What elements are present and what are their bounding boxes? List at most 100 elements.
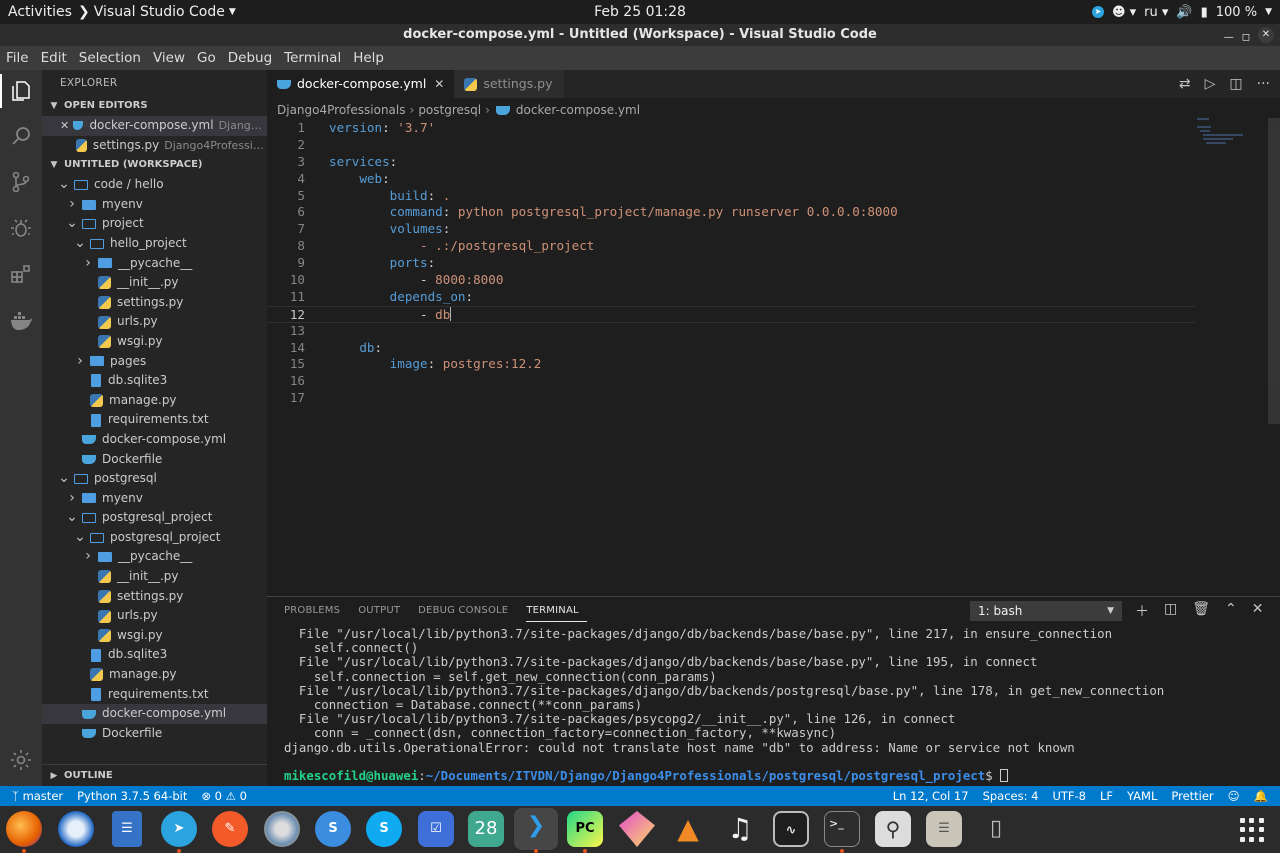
outline-section[interactable]: ▶ OUTLINE <box>42 764 267 786</box>
calendar-icon[interactable]: 28 <box>468 811 504 847</box>
tree-item[interactable]: requirements.txt <box>42 685 267 705</box>
tree-item[interactable]: urls.py <box>42 606 267 626</box>
telegram-icon[interactable]: ➤ <box>161 811 197 847</box>
prettier-status[interactable]: Prettier <box>1171 789 1213 803</box>
encoding-status[interactable]: UTF-8 <box>1052 789 1086 803</box>
workspace-header[interactable]: ▼ UNTITLED (WORKSPACE) <box>42 155 267 175</box>
volume-icon[interactable]: 🔊 <box>1176 5 1192 20</box>
tree-item[interactable]: wsgi.py <box>42 332 267 352</box>
tree-item[interactable]: › pages <box>42 352 267 372</box>
vlc-icon[interactable]: ▲ <box>670 811 706 847</box>
tree-item[interactable]: ⌄ code / hello <box>42 175 267 195</box>
tree-item[interactable]: ⌄ postgresql_project <box>42 528 267 548</box>
files-icon[interactable]: ☰ <box>926 811 962 847</box>
tree-item[interactable]: settings.py <box>42 293 267 313</box>
search-app-icon[interactable]: ⚲ <box>875 811 911 847</box>
python-interpreter-status[interactable]: Python 3.7.5 64-bit <box>77 789 187 803</box>
extensions-icon[interactable] <box>9 262 33 286</box>
telegram-tray-icon[interactable]: ➤ <box>1091 6 1104 18</box>
simplenote-icon[interactable]: S <box>315 811 351 847</box>
gear-app-icon[interactable] <box>264 811 300 847</box>
cursor-position-status[interactable]: Ln 12, Col 17 <box>893 789 969 803</box>
open-editors-header[interactable]: ▼ OPEN EDITORS <box>42 96 267 116</box>
usb-drive-icon[interactable]: ▯ <box>978 811 1014 847</box>
explorer-icon[interactable] <box>9 79 33 103</box>
terminal-app-icon[interactable]: >_ <box>824 811 860 847</box>
open-editor-item[interactable]: ✕ docker-compose.yml Django4Pr... <box>42 116 267 136</box>
pycharm-icon[interactable]: PC <box>567 811 603 847</box>
activities-button[interactable]: Activities <box>0 4 78 20</box>
chevron-down-icon[interactable]: ▼ <box>1265 7 1272 17</box>
search-icon[interactable] <box>9 124 33 148</box>
accessibility-icon[interactable]: ☻ ▾ <box>1112 5 1136 20</box>
language-indicator[interactable]: ru ▾ <box>1144 5 1168 20</box>
tree-item[interactable]: urls.py <box>42 312 267 332</box>
pen-app-icon[interactable]: ✎ <box>212 811 248 847</box>
close-window-icon[interactable]: ✕ <box>1258 27 1274 43</box>
tree-item[interactable]: docker-compose.yml <box>42 430 267 450</box>
tree-item[interactable]: db.sqlite3 <box>42 645 267 665</box>
menu-help[interactable]: Help <box>347 50 390 66</box>
open-editor-item[interactable]: settings.py Django4Professional... <box>42 136 267 156</box>
tab-problems[interactable]: PROBLEMS <box>284 601 348 622</box>
system-monitor-icon[interactable]: ∿ <box>773 811 809 847</box>
tree-item[interactable]: Dockerfile <box>42 450 267 470</box>
thunderbird-icon[interactable] <box>58 811 94 847</box>
tree-item[interactable]: Dockerfile <box>42 724 267 744</box>
battery-icon[interactable]: ▮ <box>1201 5 1208 20</box>
terminal-output[interactable]: File "/usr/local/lib/python3.7/site-pack… <box>284 627 1274 783</box>
indentation-status[interactable]: Spaces: 4 <box>983 789 1039 803</box>
trash-icon[interactable]: 🗑 <box>1192 601 1210 621</box>
more-actions-icon[interactable]: ··· <box>1257 76 1270 92</box>
firefox-icon[interactable] <box>6 811 42 847</box>
source-control-icon[interactable] <box>9 170 33 194</box>
close-icon[interactable]: ✕ <box>60 116 69 136</box>
menu-file[interactable]: File <box>0 50 35 66</box>
tree-item[interactable]: __init__.py <box>42 273 267 293</box>
tree-item[interactable]: ⌄ postgresql_project <box>42 508 267 528</box>
menu-selection[interactable]: Selection <box>73 50 147 66</box>
branch-status[interactable]: ᛉ master <box>12 789 63 803</box>
tree-item[interactable]: docker-compose.yml <box>42 704 267 724</box>
editor-scrollbar[interactable] <box>1268 118 1280 424</box>
tree-item[interactable]: ⌄ project <box>42 214 267 234</box>
app-menu[interactable]: ❯ Visual Studio Code ▼ <box>78 4 236 20</box>
tree-item[interactable]: manage.py <box>42 391 267 411</box>
vscode-icon[interactable]: ❯ <box>514 808 558 850</box>
menu-terminal[interactable]: Terminal <box>278 50 347 66</box>
tab-output[interactable]: OUTPUT <box>358 601 408 622</box>
tree-item[interactable]: ⌄ postgresql <box>42 469 267 489</box>
close-icon[interactable]: ✕ <box>434 70 444 98</box>
menu-edit[interactable]: Edit <box>35 50 73 66</box>
tree-item[interactable]: manage.py <box>42 665 267 685</box>
debug-icon[interactable] <box>9 216 33 240</box>
system-tray[interactable]: ➤ ☻ ▾ ru ▾ 🔊 ▮ 100 % ▼ <box>1091 0 1272 24</box>
skype-icon[interactable]: S <box>366 811 402 847</box>
breadcrumb-item[interactable]: Django4Professionals <box>277 103 406 117</box>
breadcrumb-item[interactable]: docker-compose.yml <box>516 103 640 117</box>
menu-view[interactable]: View <box>147 50 191 66</box>
tree-item[interactable]: › __pycache__ <box>42 254 267 274</box>
menu-debug[interactable]: Debug <box>222 50 278 66</box>
terminal-prompt[interactable]: mikescofild@huawei:~/Documents/ITVDN/Dja… <box>284 768 1274 783</box>
split-editor-icon[interactable]: ◫ <box>1229 76 1242 92</box>
menu-go[interactable]: Go <box>191 50 222 66</box>
tree-item[interactable]: wsgi.py <box>42 626 267 646</box>
run-icon[interactable]: ▷ <box>1205 76 1216 92</box>
tree-item[interactable]: settings.py <box>42 587 267 607</box>
feedback-icon[interactable]: ☺ <box>1228 789 1240 803</box>
tree-item[interactable]: › myenv <box>42 195 267 215</box>
code-editor[interactable]: 1 version: '3.7' 2 3 services: 4 web: 5 bu… <box>267 120 1197 407</box>
todo-icon[interactable]: ☑ <box>418 811 454 847</box>
close-panel-icon[interactable]: ✕ <box>1252 601 1264 621</box>
minimap[interactable] <box>1197 118 1267 158</box>
gear-icon[interactable] <box>9 748 33 772</box>
terminal-select[interactable]: 1: bash ▼ <box>970 601 1122 621</box>
maximize-panel-icon[interactable]: ⌃ <box>1225 601 1237 621</box>
docker-icon[interactable] <box>9 308 33 332</box>
tab-settings[interactable]: settings.py <box>454 70 565 98</box>
tree-item[interactable]: requirements.txt <box>42 410 267 430</box>
tree-item[interactable]: › __pycache__ <box>42 547 267 567</box>
tree-item[interactable]: › myenv <box>42 489 267 509</box>
language-mode-status[interactable]: YAML <box>1127 789 1157 803</box>
